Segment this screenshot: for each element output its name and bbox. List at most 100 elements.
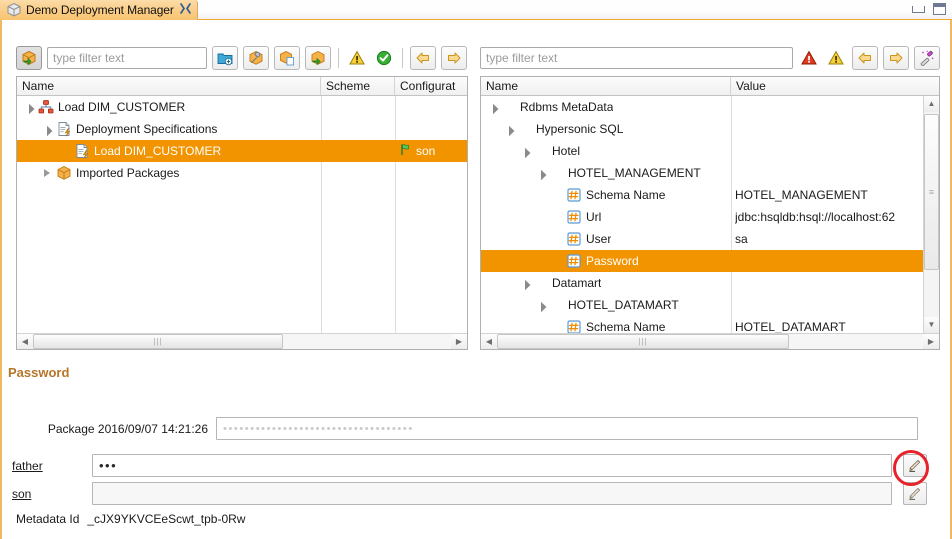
tree-label: Load DIM_CUSTOMER [58,100,186,114]
scroll-down-button[interactable]: ▼ [924,317,939,333]
scroll-track[interactable]: ||| [497,334,923,349]
scroll-left-button[interactable]: ◀ [481,334,497,349]
package-password-display[interactable]: ••••••••••••••••••••••••••••••••••• [216,417,918,440]
tree-label: Password [586,254,639,268]
son-value-field[interactable] [92,482,892,505]
chevron-expanded-icon[interactable] [535,168,546,179]
check-circle-icon[interactable] [373,47,395,69]
column-header-scheme[interactable]: Scheme [321,77,395,95]
table-row-selected[interactable]: Load DIM_CUSTOMER son [17,140,467,162]
metadata-id-label: Metadata Id [16,512,80,526]
magic-wand-button[interactable] [914,46,940,70]
warning-triangle-icon[interactable] [825,47,847,69]
table-row[interactable]: Schema Name HOTEL_DATAMART [481,316,939,334]
chevron-expanded-icon[interactable] [519,278,530,289]
column-header-name[interactable]: Name [17,77,321,95]
son-row: son [12,482,932,505]
scroll-track[interactable]: ||| [33,334,451,349]
column-header-value[interactable]: Value [731,77,939,95]
left-filter-input[interactable] [47,47,207,69]
tab-strip: Demo Deployment Manager [0,0,952,20]
maximize-icon[interactable] [933,3,946,15]
package-wrench-button[interactable] [243,46,269,70]
tree-label: HOTEL_MANAGEMENT [568,166,701,180]
column-header-name[interactable]: Name [481,77,731,95]
no-twisty [551,234,562,245]
table-row[interactable]: User sa [481,228,939,250]
tab-demo-deployment-manager[interactable]: Demo Deployment Manager [0,0,198,20]
chevron-collapsed-icon[interactable] [41,168,52,179]
forward-button[interactable] [441,46,467,70]
table-row[interactable]: Schema Name HOTEL_MANAGEMENT [481,184,939,206]
chevron-expanded-icon[interactable] [23,102,34,113]
table-row[interactable]: Load DIM_CUSTOMER [17,96,467,118]
back-button[interactable] [410,46,436,70]
son-edit-button[interactable] [903,482,927,505]
scroll-thumb[interactable]: ||| [33,334,283,349]
scroll-left-button[interactable]: ◀ [17,334,33,349]
father-link[interactable]: father [12,459,92,473]
warning-triangle-icon[interactable] [346,47,368,69]
metadata-id-row: Metadata Id _cJX9YKVCEeScwt_tpb-0Rw [16,512,245,526]
chevron-expanded-icon[interactable] [41,124,52,135]
package-label: Package 2016/09/07 14:21:26 [47,421,208,436]
father-row: father ••• [12,454,932,477]
toolbar-separator [402,48,403,68]
scroll-grip: ||| [638,337,648,346]
table-row[interactable]: Imported Packages [17,162,467,184]
close-icon[interactable] [178,3,191,17]
chevron-expanded-icon[interactable] [487,102,498,113]
table-row[interactable]: HOTEL_DATAMART [481,294,939,316]
table-row[interactable]: Hotel [481,140,939,162]
new-folder-button[interactable] [212,46,238,70]
property-hash-icon [566,187,582,203]
right-filter-input[interactable] [480,47,793,69]
scroll-right-button[interactable]: ▶ [923,334,939,349]
right-tree-header: Name Value [481,77,939,96]
scroll-right-button[interactable]: ▶ [451,334,467,349]
column-header-configuration[interactable]: Configurat [395,77,467,95]
table-row[interactable]: HOTEL_MANAGEMENT [481,162,939,184]
error-triangle-icon[interactable] [798,47,820,69]
scroll-thumb[interactable]: ||| [497,334,789,349]
right-vertical-scrollbar[interactable]: ▲ ≡ ▼ [923,96,939,333]
scroll-up-button[interactable]: ▲ [924,96,939,112]
left-toolbar [16,44,468,72]
right-horizontal-scrollbar[interactable]: ◀ ||| ▶ [481,333,939,349]
config-flag-icon [399,143,412,159]
table-row-selected[interactable]: Password [481,250,939,272]
package-copy-button[interactable] [274,46,300,70]
tab-title: Demo Deployment Manager [26,3,174,17]
minimize-icon[interactable] [912,5,925,13]
forward-button[interactable] [883,46,909,70]
tree-value: jdbc:hsqldb:hsql://localhost:62 [735,210,896,224]
tree-label: Schema Name [586,188,666,202]
chevron-expanded-icon[interactable] [535,300,546,311]
deployment-manager-window: Demo Deployment Manager type filter text… [0,0,952,539]
table-row[interactable]: Url jdbc:hsqldb:hsql://localhost:62 [481,206,939,228]
table-row[interactable]: Hypersonic SQL [481,118,939,140]
father-edit-button[interactable] [903,454,927,477]
tree-label: Datamart [552,276,602,290]
father-value-field[interactable]: ••• [92,454,892,477]
tree-value: HOTEL_DATAMART [735,320,846,334]
table-row[interactable]: Rdbms MetaData [481,96,939,118]
table-row[interactable]: Datamart [481,272,939,294]
tree-label: Deployment Specifications [76,122,218,136]
metadata-id-value: _cJX9YKVCEeScwt_tpb-0Rw [87,512,246,526]
table-row[interactable]: Deployment Specifications [17,118,467,140]
tree-label: Imported Packages [76,166,180,180]
metadata-tree-panel: Name Value Rdbms MetaData Hypersonic SQL… [480,76,940,350]
tree-label: User [586,232,612,246]
back-button[interactable] [852,46,878,70]
tree-label: Hotel [552,144,581,158]
deployment-icon-button[interactable] [16,46,42,70]
package-export-button[interactable] [305,46,331,70]
deployment-network-icon [38,99,54,115]
son-link[interactable]: son [12,487,92,501]
chevron-expanded-icon[interactable] [519,146,530,157]
scroll-thumb[interactable]: ≡ [924,114,939,270]
chevron-expanded-icon[interactable] [503,124,514,135]
left-horizontal-scrollbar[interactable]: ◀ ||| ▶ [17,333,467,349]
no-twisty [551,256,562,267]
